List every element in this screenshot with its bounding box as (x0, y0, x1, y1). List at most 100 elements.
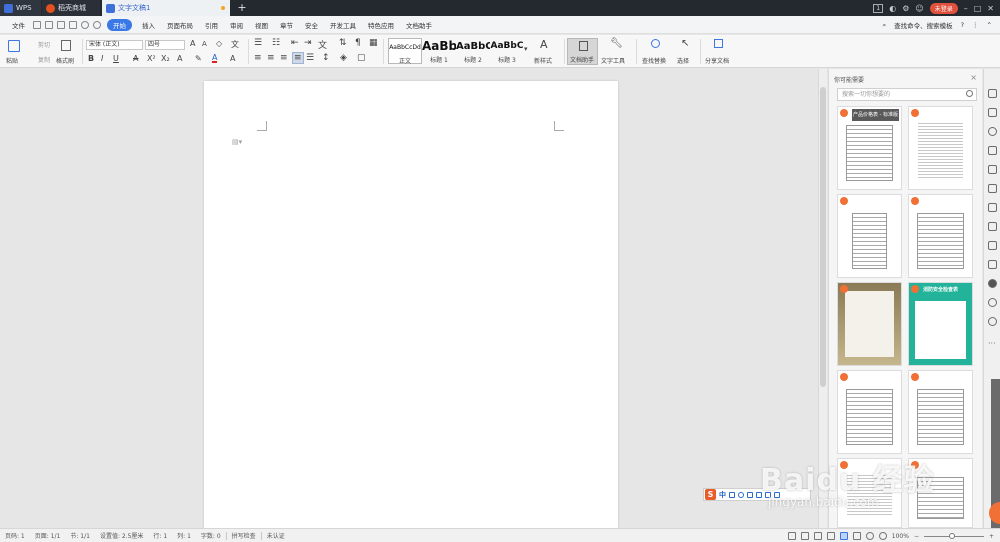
eye-protect-icon[interactable] (865, 532, 874, 540)
export-pdf-icon[interactable] (57, 20, 65, 29)
template-card[interactable]: 产品价格表 - 标准版 (837, 106, 902, 190)
image-icon[interactable] (988, 260, 997, 269)
template-card[interactable] (908, 106, 973, 190)
print-icon[interactable] (45, 20, 53, 29)
highlight-icon[interactable]: ✎ (195, 54, 202, 63)
format-painter-icon[interactable] (61, 40, 71, 51)
file-menu[interactable]: 文件 (0, 20, 31, 30)
globe-icon[interactable] (878, 532, 887, 540)
template-card[interactable] (837, 282, 902, 366)
line-spacing-icon[interactable]: ↕ (322, 53, 330, 63)
tab-page-layout[interactable]: 页面布局 (161, 20, 199, 30)
emoji-icon[interactable] (738, 491, 744, 498)
close-icon[interactable]: × (970, 73, 977, 82)
font-shrink-icon[interactable]: A (202, 40, 207, 48)
sort-icon[interactable]: ⇅ (339, 38, 347, 48)
mic-icon[interactable] (747, 491, 753, 498)
tab-wps-home[interactable]: WPS (0, 0, 41, 16)
font-color-icon[interactable]: A (212, 54, 218, 63)
edit-icon[interactable] (988, 89, 997, 98)
template-card[interactable] (908, 194, 973, 278)
font-family-select[interactable]: 宋体 (正文) (86, 40, 143, 50)
styles-expand-icon[interactable]: ▾ (524, 45, 528, 53)
maximize-icon[interactable]: □ (974, 4, 982, 13)
distribute-icon[interactable]: ☰ (306, 53, 314, 63)
share-doc-button[interactable]: 分享文档 (705, 56, 729, 65)
tab-chapter[interactable]: 章节 (274, 20, 299, 30)
font-grow-icon[interactable]: A (190, 39, 195, 48)
show-marks-icon[interactable]: ¶ (355, 38, 361, 48)
cut-button[interactable]: 剪切 (38, 40, 50, 49)
find-replace-button[interactable]: 查找替换 (642, 56, 666, 65)
paste-button[interactable]: 粘贴 (6, 56, 18, 65)
login-button[interactable]: 未登录 (929, 2, 958, 14)
sogou-logo-icon[interactable]: S (705, 489, 716, 500)
panel-search-input[interactable]: 搜索一切你想要的 (837, 88, 977, 101)
punct-icon[interactable] (729, 491, 735, 498)
adjust-icon[interactable] (988, 146, 997, 155)
help-icon[interactable] (988, 317, 997, 326)
settings-icon[interactable]: ⚙ (902, 4, 909, 13)
search-icon[interactable] (966, 90, 973, 97)
template-card[interactable] (837, 370, 902, 454)
tab-developer[interactable]: 开发工具 (324, 20, 362, 30)
template-card[interactable] (908, 370, 973, 454)
select-button[interactable]: 选择 (677, 56, 689, 65)
document-page[interactable]: ▤▾ (204, 81, 618, 528)
tab-references[interactable]: 引用 (199, 20, 224, 30)
feedback-icon[interactable]: ☺ (915, 4, 923, 13)
format-painter-button[interactable]: 格式刷 (56, 56, 74, 65)
layers-icon[interactable] (988, 222, 997, 231)
style-heading-2[interactable]: AaBbC 标题 2 (456, 38, 490, 64)
char-border-icon[interactable]: A (230, 54, 235, 63)
numbered-list-icon[interactable]: ☷ (272, 38, 280, 48)
scroll-thumb[interactable] (820, 87, 826, 387)
new-style-icon[interactable]: A (540, 38, 548, 51)
tab-docer-store[interactable]: 稻壳商城 (42, 0, 100, 16)
export-icon[interactable] (988, 203, 997, 212)
zoom-slider-thumb[interactable] (948, 532, 955, 539)
history-icon[interactable] (988, 298, 997, 307)
collapse-ribbon-icon[interactable]: ⌃ (987, 21, 992, 29)
tab-view[interactable]: 视图 (249, 20, 274, 30)
box-icon[interactable] (988, 241, 997, 250)
italic-icon[interactable]: I (101, 54, 103, 63)
tab-review[interactable]: 审阅 (224, 20, 249, 30)
files-icon[interactable] (988, 165, 997, 174)
command-search[interactable]: 查找命令、搜索模板 (894, 20, 953, 30)
shapes-icon[interactable] (988, 127, 997, 136)
justify-icon[interactable]: ≡ (292, 52, 304, 64)
ime-mode[interactable]: 中 (719, 490, 726, 500)
search-icon[interactable]: ⌕ (882, 21, 886, 30)
copy-button[interactable]: 复制 (38, 55, 50, 64)
preview-icon[interactable] (69, 20, 77, 29)
web-view-icon[interactable] (826, 532, 835, 540)
subscript-icon[interactable]: X₂ (161, 54, 170, 63)
tab-insert[interactable]: 插入 (136, 20, 161, 30)
template-card[interactable] (837, 194, 902, 278)
status-words[interactable]: 字数: 0 (196, 531, 226, 540)
phonetic-icon[interactable]: 文 (231, 39, 239, 50)
save-icon[interactable] (33, 20, 41, 29)
minimize-icon[interactable]: – (964, 4, 968, 13)
user-badge[interactable]: 1 (873, 3, 884, 13)
style-normal[interactable]: AaBbCcDd 正文 (388, 38, 422, 65)
border-icon[interactable]: ▢ (357, 53, 366, 63)
certification-status[interactable]: 未认证 (262, 531, 290, 540)
superscript-icon[interactable]: X² (147, 54, 156, 63)
zoom-out-icon[interactable]: − (914, 533, 919, 540)
more-icon[interactable]: ⋮ (972, 21, 979, 29)
paste-options-icon[interactable]: ▤▾ (232, 138, 242, 146)
increase-indent-icon[interactable]: ⇥ (304, 38, 312, 48)
zoom-level[interactable]: 100% (892, 533, 909, 540)
help-button[interactable]: ? (961, 21, 964, 29)
full-screen-icon[interactable] (852, 532, 861, 540)
underline-icon[interactable]: U (113, 54, 119, 63)
font-size-select[interactable]: 四号 (145, 40, 185, 50)
bold-icon[interactable]: B (88, 54, 94, 63)
paste-icon[interactable] (8, 40, 20, 52)
read-view-icon[interactable] (800, 532, 809, 540)
template-card[interactable]: 消防安全检查表 (908, 282, 973, 366)
pen-icon[interactable] (813, 532, 822, 540)
assistant-icon[interactable] (988, 279, 997, 288)
